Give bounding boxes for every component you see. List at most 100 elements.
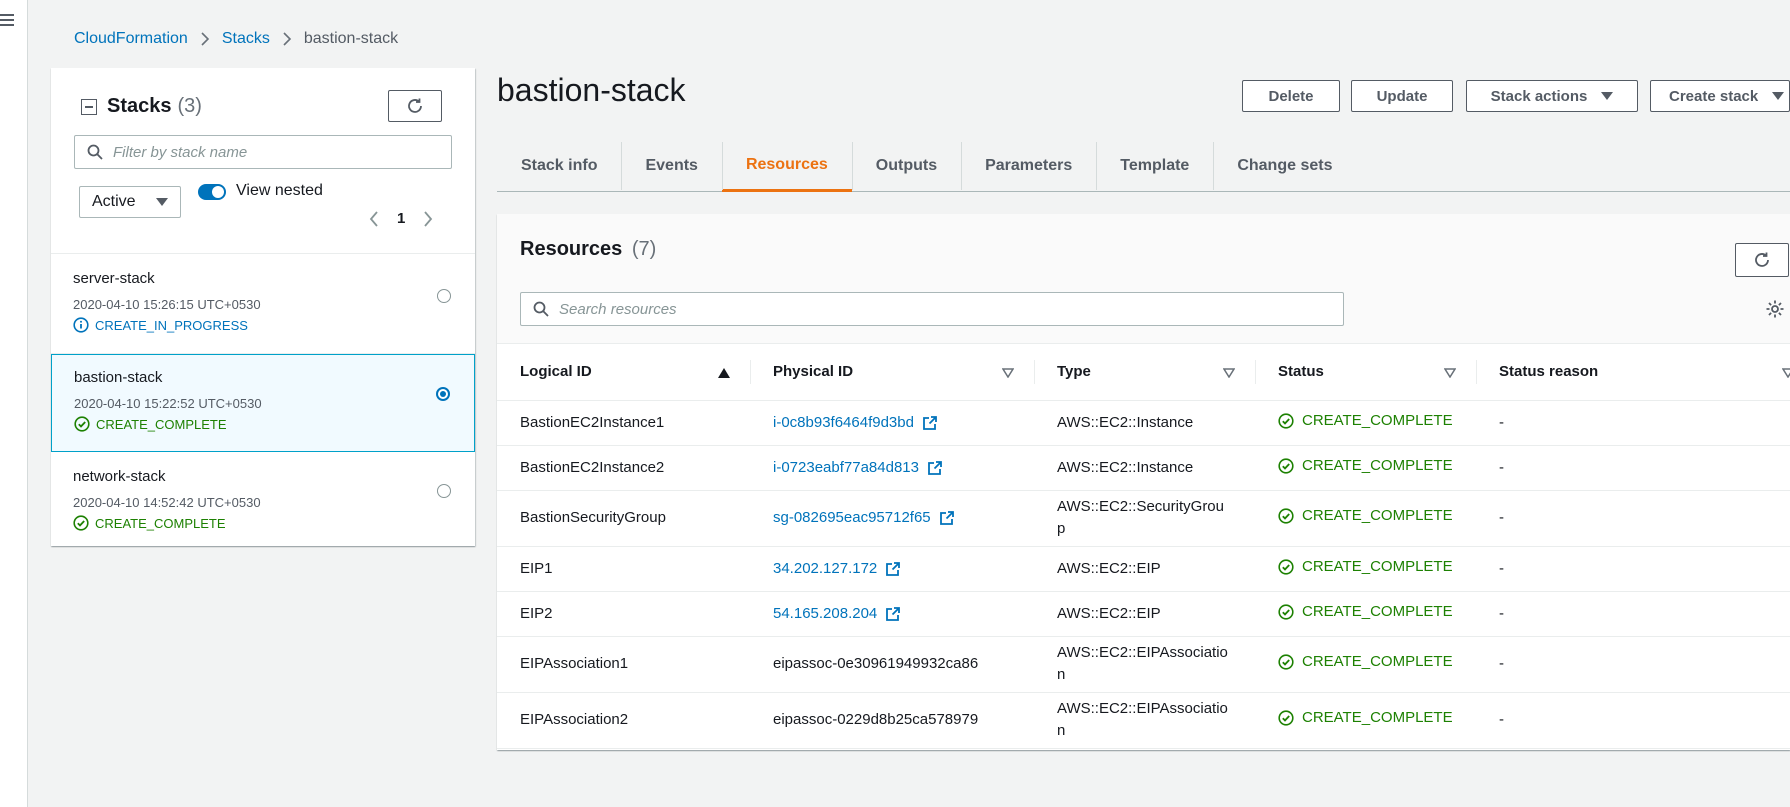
cell-status-reason: -	[1476, 692, 1790, 749]
collapse-icon[interactable]	[81, 98, 97, 115]
success-icon	[1278, 457, 1294, 474]
stack-actions-button[interactable]: Stack actions	[1466, 80, 1638, 112]
stack-item-bastion-stack[interactable]: bastion-stack 2020-04-10 15:22:52 UTC+05…	[51, 354, 475, 452]
tab-resources[interactable]: Resources	[721, 140, 852, 192]
caret-down-icon	[156, 198, 168, 206]
logical-id-text: BastionEC2Instance1	[520, 413, 665, 431]
status-badge: CREATE_COMPLETE	[1278, 410, 1453, 432]
physical-id-link[interactable]: i-0723eabf77a84d813	[773, 457, 943, 479]
chevron-right-icon	[282, 32, 292, 46]
chevron-right-icon[interactable]	[423, 210, 433, 227]
success-icon	[1278, 558, 1294, 575]
stack-radio-selected[interactable]	[436, 387, 450, 401]
physical-id-link[interactable]: 34.202.127.172	[773, 558, 901, 580]
success-icon	[1278, 603, 1294, 620]
status-text: CREATE_COMPLETE	[1302, 411, 1453, 429]
external-link-icon	[928, 460, 942, 475]
view-nested-label: View nested	[236, 182, 323, 199]
cell-type: AWS::EC2::SecurityGroup	[1034, 490, 1255, 547]
update-button[interactable]: Update	[1351, 80, 1453, 112]
tab-stack-info[interactable]: Stack info	[497, 140, 621, 192]
resources-search-input[interactable]	[559, 300, 1319, 318]
resources-title: Resources (7)	[520, 238, 656, 261]
breadcrumb: CloudFormation Stacks bastion-stack	[74, 30, 398, 48]
sort-ascending-icon[interactable]	[718, 368, 730, 378]
breadcrumb-stacks[interactable]: Stacks	[222, 30, 270, 48]
cell-status: CREATE_COMPLETE	[1255, 591, 1476, 637]
type-text: AWS::EC2::EIP	[1057, 604, 1161, 622]
stack-date: 2020-04-10 15:22:52 UTC+0530	[74, 396, 262, 411]
cell-status: CREATE_COMPLETE	[1255, 400, 1476, 446]
logical-id-text: BastionSecurityGroup	[520, 509, 666, 526]
sort-icon[interactable]	[1223, 368, 1235, 378]
column-label: Status	[1278, 363, 1324, 381]
cell-type: AWS::EC2::EIP	[1034, 591, 1255, 637]
stack-item-server-stack[interactable]: server-stack 2020-04-10 15:26:15 UTC+053…	[51, 254, 475, 354]
create-stack-button[interactable]: Create stack	[1650, 80, 1790, 112]
tab-change-sets[interactable]: Change sets	[1213, 140, 1356, 192]
caret-down-icon	[1601, 92, 1614, 100]
create-stack-label: Create stack	[1669, 87, 1759, 105]
gear-icon[interactable]	[1765, 299, 1785, 319]
column-status-reason[interactable]: Status reason	[1476, 344, 1790, 401]
status-reason-text: -	[1499, 559, 1504, 577]
stack-item-network-stack[interactable]: network-stack 2020-04-10 14:52:42 UTC+05…	[51, 452, 475, 546]
stack-status: CREATE_COMPLETE	[74, 416, 227, 432]
tab-outputs[interactable]: Outputs	[851, 140, 961, 192]
stack-name: network-stack	[73, 468, 166, 485]
resources-header: Resources (7)	[497, 214, 1790, 344]
breadcrumb-cloudformation[interactable]: CloudFormation	[74, 30, 188, 48]
stack-name: server-stack	[73, 270, 155, 287]
physical-id-link[interactable]: sg-082695eac95712f65	[773, 507, 955, 529]
stack-status-text: CREATE_COMPLETE	[95, 515, 226, 531]
view-nested-toggle[interactable]	[198, 184, 226, 200]
stack-date: 2020-04-10 14:52:42 UTC+0530	[73, 495, 261, 510]
type-text: AWS::EC2::Instance	[1057, 413, 1194, 431]
side-navigation-strip	[0, 0, 28, 807]
external-link-icon	[939, 511, 954, 525]
stacks-title-label: Stacks	[107, 95, 172, 117]
current-page[interactable]: 1	[397, 210, 405, 227]
column-status[interactable]: Status	[1255, 344, 1476, 401]
physical-id-link[interactable]: i-0c8b93f6464f9d3bd	[773, 412, 938, 434]
column-logical-id[interactable]: Logical ID	[497, 344, 750, 401]
physical-id-text: sg-082695eac95712f65	[773, 509, 931, 526]
physical-id-text: 54.165.208.204	[773, 604, 878, 622]
sort-icon[interactable]	[1444, 368, 1456, 378]
status-reason-text: -	[1499, 413, 1504, 431]
stack-status-select-value: Active	[92, 193, 136, 210]
stack-detail-tabs: Stack info Events Resources Outputs Para…	[497, 140, 1790, 192]
column-physical-id[interactable]: Physical ID	[750, 344, 1034, 401]
column-label: Physical ID	[773, 363, 854, 381]
resources-panel: Resources (7) Logical ID Physical ID Typ…	[497, 214, 1790, 750]
sort-icon[interactable]	[1782, 368, 1790, 378]
column-type[interactable]: Type	[1034, 344, 1255, 401]
logical-id-text: BastionEC2Instance2	[520, 458, 665, 476]
status-reason-text: -	[1499, 458, 1504, 476]
stack-radio[interactable]	[437, 484, 451, 498]
type-text: AWS::EC2::EIPAssociation	[1057, 700, 1228, 739]
physical-id-link[interactable]: 54.165.208.204	[773, 603, 901, 625]
stack-status: CREATE_IN_PROGRESS	[73, 317, 248, 333]
stacks-panel-title: Stacks (3)	[81, 95, 202, 118]
tab-template[interactable]: Template	[1096, 140, 1213, 192]
sort-icon[interactable]	[1002, 368, 1014, 378]
stack-radio[interactable]	[437, 289, 451, 303]
table-row: EIPAssociation2 eipassoc-0229d8b25ca57897…	[497, 692, 1790, 749]
delete-button[interactable]: Delete	[1242, 80, 1340, 112]
tab-parameters[interactable]: Parameters	[961, 140, 1096, 192]
stacks-refresh-button[interactable]	[388, 90, 442, 122]
chevron-left-icon[interactable]	[369, 210, 379, 227]
menu-icon[interactable]	[0, 14, 14, 28]
stack-status-select[interactable]: Active	[79, 186, 181, 218]
cell-status: CREATE_COMPLETE	[1255, 445, 1476, 491]
stack-filter-input[interactable]	[113, 143, 433, 161]
delete-button-label: Delete	[1268, 87, 1314, 105]
cell-status-reason: -	[1476, 490, 1790, 547]
resources-refresh-button[interactable]	[1735, 243, 1789, 277]
cell-type: AWS::EC2::Instance	[1034, 400, 1255, 446]
refresh-icon	[1755, 252, 1769, 267]
tab-events[interactable]: Events	[621, 140, 721, 192]
stacks-pagination: 1	[369, 210, 433, 227]
status-text: CREATE_COMPLETE	[1302, 507, 1453, 524]
